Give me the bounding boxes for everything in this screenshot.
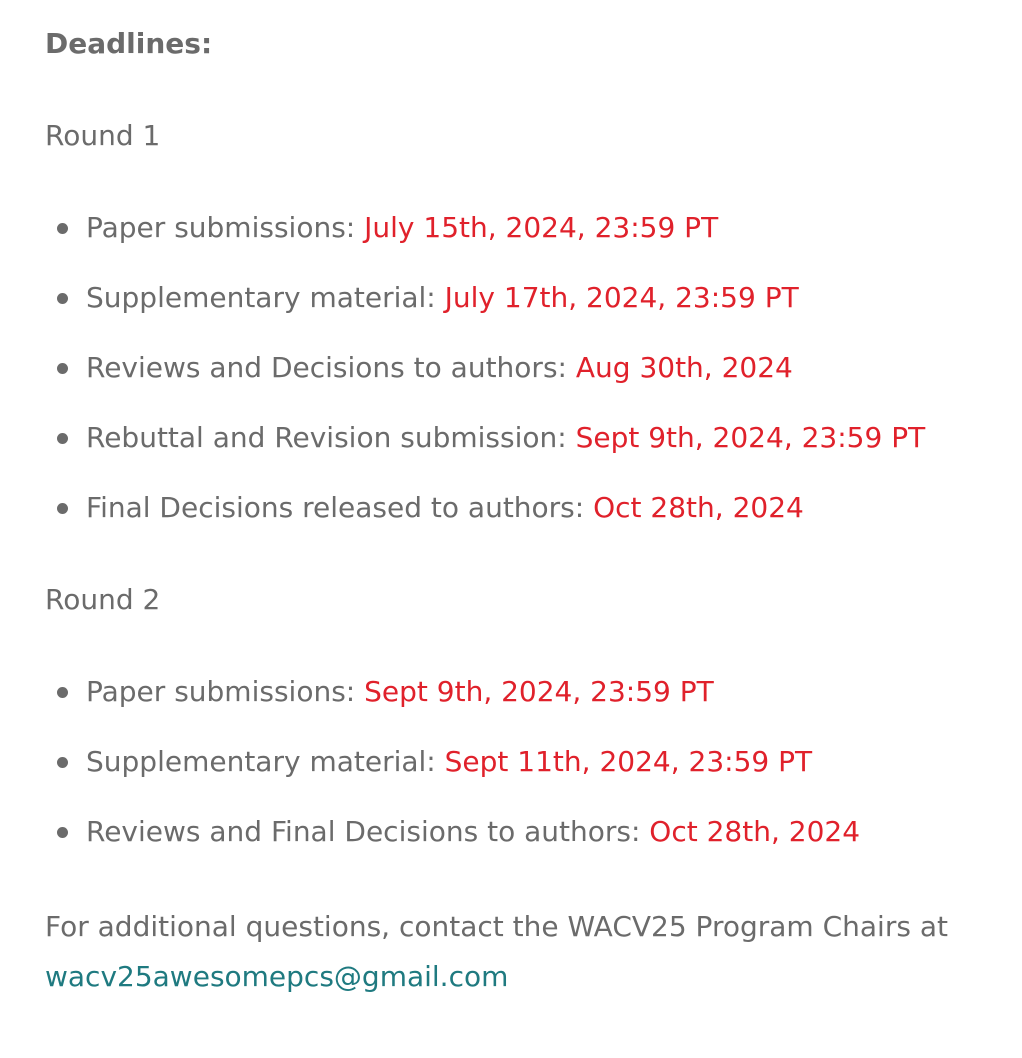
list-item: Paper submissions: July 15th, 2024, 23:5… xyxy=(45,206,995,250)
bullet-icon xyxy=(57,757,68,768)
list-item: Reviews and Final Decisions to authors: … xyxy=(45,810,995,854)
deadline-label: Supplementary material: xyxy=(86,745,445,778)
deadline-date: Sept 9th, 2024, 23:59 PT xyxy=(575,421,926,454)
bullet-icon xyxy=(57,827,68,838)
deadline-date: Aug 30th, 2024 xyxy=(575,351,793,384)
deadlines-section: Deadlines: Round 1 Paper submissions: Ju… xyxy=(0,0,995,1002)
deadlines-heading: Deadlines: xyxy=(45,27,213,60)
deadline-date: Sept 9th, 2024, 23:59 PT xyxy=(364,675,714,708)
deadline-date: Sept 11th, 2024, 23:59 PT xyxy=(444,745,813,778)
deadline-label: Rebuttal and Revision submission: xyxy=(86,421,576,454)
bullet-icon xyxy=(57,293,68,304)
bullet-icon xyxy=(57,363,68,374)
deadline-label: Supplementary material: xyxy=(86,281,445,314)
deadline-date: July 17th, 2024, 23:59 PT xyxy=(444,281,799,314)
contact-paragraph: For additional questions, contact the WA… xyxy=(45,902,995,1002)
round-1-title: Round 1 xyxy=(45,119,161,152)
list-item: Final Decisions released to authors: Oct… xyxy=(45,486,995,530)
list-item: Paper submissions: Sept 9th, 2024, 23:59… xyxy=(45,670,995,714)
deadline-label: Reviews and Final Decisions to authors: xyxy=(86,815,650,848)
deadline-date: July 15th, 2024, 23:59 PT xyxy=(364,211,719,244)
contact-email-link[interactable]: wacv25awesomepcs@gmail.com xyxy=(45,960,508,993)
contact-text: For additional questions, contact the WA… xyxy=(45,910,948,943)
list-item: Rebuttal and Revision submission: Sept 9… xyxy=(45,416,995,460)
deadline-date: Oct 28th, 2024 xyxy=(649,815,861,848)
round-2-title: Round 2 xyxy=(45,583,161,616)
deadline-label: Final Decisions released to authors: xyxy=(86,491,594,524)
bullet-icon xyxy=(57,503,68,514)
list-item: Supplementary material: Sept 11th, 2024,… xyxy=(45,740,995,784)
list-item: Reviews and Decisions to authors: Aug 30… xyxy=(45,346,995,390)
deadline-label: Paper submissions: xyxy=(86,675,365,708)
deadline-date: Oct 28th, 2024 xyxy=(593,491,804,524)
bullet-icon xyxy=(57,433,68,444)
deadline-label: Reviews and Decisions to authors: xyxy=(86,351,576,384)
bullet-icon xyxy=(57,223,68,234)
deadline-label: Paper submissions: xyxy=(86,211,365,244)
round-1-list: Paper submissions: July 15th, 2024, 23:5… xyxy=(45,206,995,530)
bullet-icon xyxy=(57,687,68,698)
round-2-list: Paper submissions: Sept 9th, 2024, 23:59… xyxy=(45,670,995,854)
list-item: Supplementary material: July 17th, 2024,… xyxy=(45,276,995,320)
